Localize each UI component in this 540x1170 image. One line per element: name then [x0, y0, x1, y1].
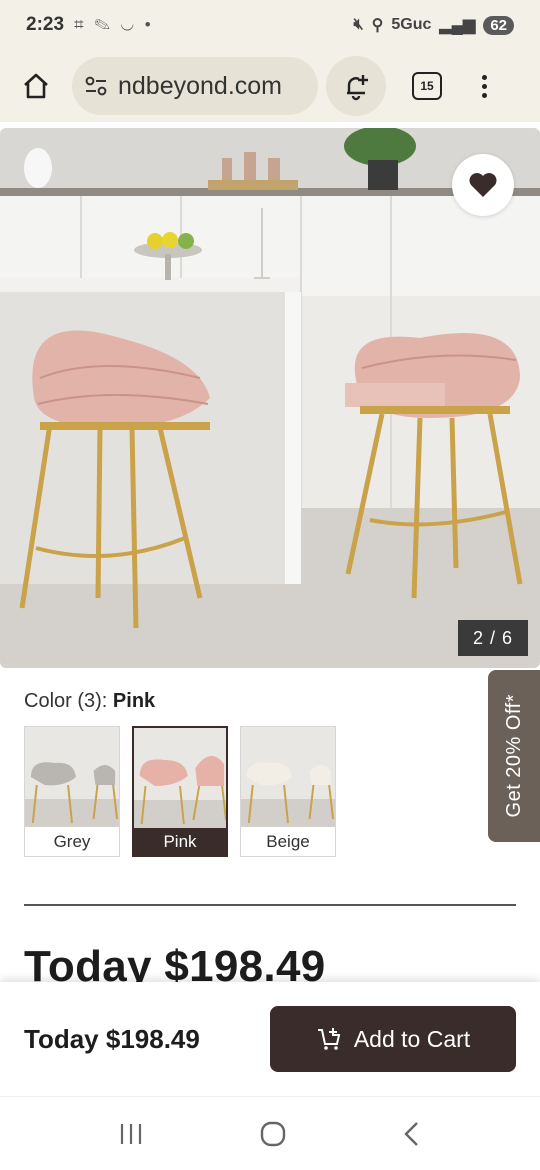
back-icon[interactable]: [402, 1120, 422, 1148]
tab-switcher-button[interactable]: 15: [412, 72, 442, 100]
battery-badge: 62: [483, 15, 514, 35]
page: 2:23 ⌗ ✎ ◡ • 🔇︎ ⚲ 5Guc ▂▄▆ 62 ndbeyond.c…: [0, 0, 540, 1170]
browser-toolbar: ndbeyond.com 15: [0, 50, 540, 122]
swatch-label: Pink: [134, 828, 226, 855]
home-button[interactable]: [16, 66, 56, 106]
sticky-price: Today $198.49: [24, 1023, 200, 1054]
status-time: 2:23: [26, 14, 65, 35]
swatch-label: Grey: [53, 831, 91, 851]
browser-menu-button[interactable]: [482, 74, 487, 98]
home-nav-icon[interactable]: [259, 1120, 287, 1148]
mute-icon: 🔇︎: [353, 16, 364, 33]
swatch-pink[interactable]: Pink: [132, 726, 228, 857]
swatch-thumbnail: [134, 728, 226, 828]
address-bar[interactable]: ndbeyond.com: [72, 57, 318, 115]
menu-dot: [482, 74, 487, 80]
swatch-beige[interactable]: Beige: [240, 726, 336, 857]
system-nav-bar: [0, 1096, 540, 1170]
product-image[interactable]: 2 / 6: [0, 128, 540, 668]
color-label: Color (3):: [24, 690, 108, 712]
location-icon: ⚲: [371, 17, 384, 34]
image-counter: 2 / 6: [458, 620, 528, 656]
swatch-thumbnail: [25, 727, 119, 827]
stool-photo: [0, 128, 540, 668]
tab-count: 15: [420, 79, 434, 93]
url-text: ndbeyond.com: [118, 71, 283, 100]
add-to-cart-button[interactable]: Add to Cart: [270, 1006, 516, 1072]
favorite-button[interactable]: [452, 154, 514, 216]
promo-label: Get 20% Off*: [502, 694, 525, 818]
status-left: 2:23 ⌗ ✎ ◡ •: [26, 14, 154, 36]
site-settings-icon: [85, 76, 107, 96]
cart-plus-icon: [317, 1028, 341, 1050]
recent-apps-icon[interactable]: [118, 1122, 144, 1146]
color-heading: Color (3): Pink: [24, 690, 155, 713]
promo-tab[interactable]: Get 20% Off*: [488, 670, 540, 842]
signal-icon: ▂▄▆: [439, 17, 476, 34]
menu-dot: [482, 92, 487, 98]
color-swatches: Grey Pink Beige: [24, 726, 336, 857]
bell-plus-icon: [347, 75, 368, 101]
heart-icon: [469, 173, 497, 197]
swatch-label: Beige: [266, 831, 310, 851]
notification-icons: ⌗ ✎ ◡ •: [74, 15, 154, 34]
swatch-thumbnail: [241, 727, 335, 827]
sticky-cart-bar: Today $198.49 Add to Cart: [0, 982, 540, 1096]
add-to-cart-label: Add to Cart: [353, 1025, 471, 1052]
status-right: 🔇︎ ⚲ 5Guc ▂▄▆ 62: [354, 15, 514, 35]
network-label: 5Guc: [391, 16, 432, 33]
section-divider: [24, 904, 516, 906]
notification-bell-button[interactable]: [326, 56, 386, 116]
swatch-grey[interactable]: Grey: [24, 726, 120, 857]
color-selected: Pink: [112, 690, 156, 712]
menu-dot: [482, 83, 487, 89]
home-icon: [24, 73, 48, 99]
status-bar: 2:23 ⌗ ✎ ◡ • 🔇︎ ⚲ 5Guc ▂▄▆ 62: [0, 0, 540, 50]
